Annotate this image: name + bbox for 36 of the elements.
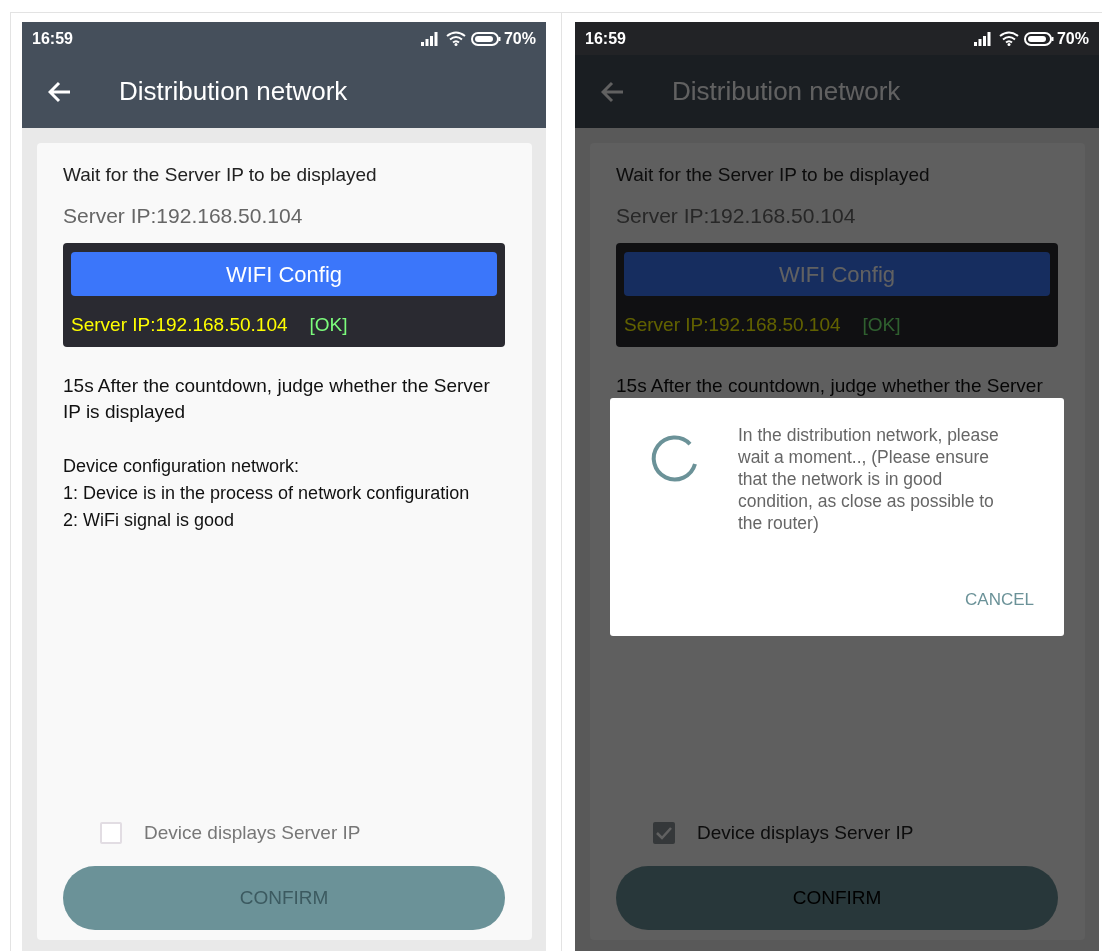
check-icon (656, 825, 672, 840)
screen-title: Distribution network (119, 75, 348, 108)
back-arrow-icon[interactable] (48, 80, 72, 103)
config-note: Device configuration network: (63, 455, 301, 478)
console-status-text: [OK] (309, 313, 348, 337)
signal-icon (973, 31, 994, 46)
status-time: 16:59 (585, 28, 626, 49)
console-ip-text: Server IP:192.168.50.104 (624, 313, 841, 337)
server-ip-text: Server IP:192.168.50.104 (616, 202, 857, 229)
checkbox[interactable] (653, 821, 675, 844)
console-status-text: [OK] (862, 313, 901, 337)
cancel-button[interactable]: CANCEL (965, 586, 1034, 612)
instruction-heading: Wait for the Server IP to be displayed (63, 163, 378, 187)
wifi-config-button[interactable]: WIFI Config (624, 252, 1050, 296)
battery-level: 70% (503, 28, 536, 49)
wifi-config-button[interactable]: WIFI Config (71, 252, 497, 296)
server-ip-text: Server IP:192.168.50.104 (63, 202, 304, 229)
checkbox-label: Device displays Server IP (144, 820, 361, 845)
config-note: 1: Device is in the process of network configuration (63, 482, 471, 505)
status-time: 16:59 (32, 28, 73, 49)
battery-icon (470, 31, 501, 46)
config-note: 2: WiFi signal is good (63, 509, 236, 532)
countdown-note: 15s After the countdown, judge whether the Server IP is displayed (63, 374, 491, 424)
dialog-message: In the distribution network, please wait a moment.., (Please ensure that the network is in good condition, as close as possible to the router) (738, 424, 1000, 534)
confirm-button[interactable]: CONFIRM (616, 866, 1058, 930)
signal-icon (420, 31, 441, 46)
countdown-note: 15s After the countdown, judge whether the Server (616, 374, 1044, 398)
instruction-heading: Wait for the Server IP to be displayed (616, 163, 931, 187)
checkbox[interactable] (100, 821, 122, 844)
screen-title: Distribution network (672, 75, 901, 108)
checkbox-label: Device displays Server IP (697, 820, 914, 845)
wifi-icon (998, 31, 1019, 46)
battery-level: 70% (1056, 28, 1089, 49)
console-ip-text: Server IP:192.168.50.104 (71, 313, 288, 337)
wifi-icon (445, 31, 466, 46)
battery-icon (1023, 31, 1054, 46)
